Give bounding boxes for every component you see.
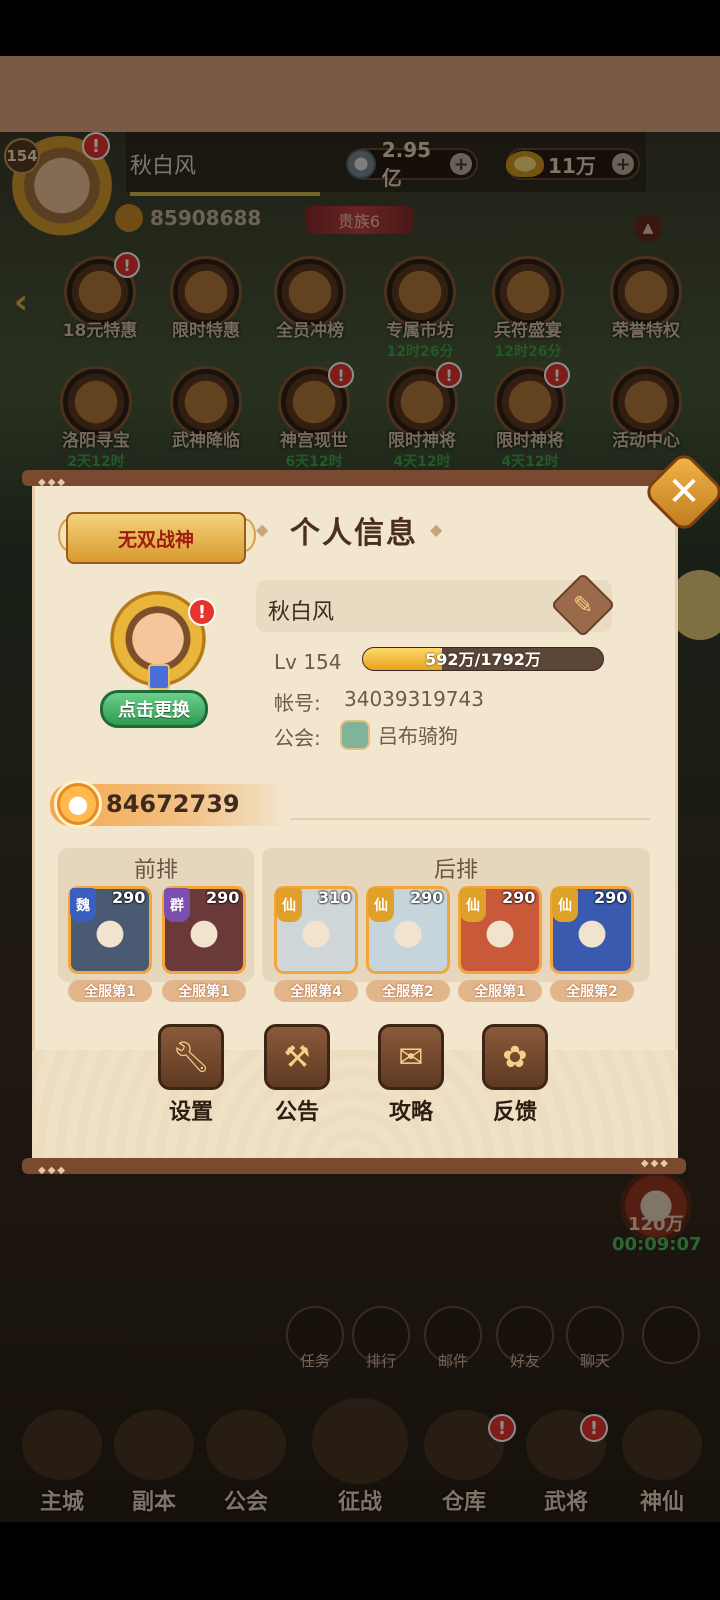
guild-label: 公会: bbox=[274, 726, 321, 750]
hero-server-rank: 全服第1 bbox=[458, 980, 542, 1002]
guild-name[interactable]: 吕布骑狗 bbox=[378, 720, 458, 749]
account-value: 34039319743 bbox=[344, 687, 484, 711]
navigation-bar bbox=[0, 1522, 720, 1600]
xp-progress-text: 592万/1792万 bbox=[425, 650, 541, 669]
hero-level: 290 bbox=[410, 888, 444, 907]
change-avatar-button[interactable]: 点击更换 bbox=[100, 690, 208, 728]
cat-icon: ✿ bbox=[502, 1039, 528, 1075]
guild-icon bbox=[340, 720, 370, 750]
scroll-icon: ✉ bbox=[398, 1039, 424, 1075]
modal-title: 个人信息 bbox=[290, 516, 418, 551]
modal-bottom-border: ◆◆◆ ◆◆◆ bbox=[22, 1158, 686, 1176]
hero-server-rank: 全服第1 bbox=[162, 980, 246, 1002]
hero-faction-badge: 仙 bbox=[552, 888, 578, 922]
divider bbox=[290, 818, 650, 820]
modal-wave-pattern bbox=[32, 1050, 678, 1158]
hero-level: 290 bbox=[594, 888, 628, 907]
title-badge[interactable]: 无双战神 bbox=[66, 512, 246, 564]
game-screen: 154 ! 秋白风 2.95亿 + 11万 + 85908688 贵族6 ▲ ‹… bbox=[0, 0, 720, 1600]
modal-top-border: ◆◆◆ bbox=[22, 470, 686, 488]
notice-button[interactable]: ⚒ bbox=[264, 1024, 330, 1090]
wrench-icon: 🔧︎ bbox=[171, 1039, 211, 1075]
hero-server-rank: 全服第4 bbox=[274, 980, 358, 1002]
hero-faction-badge: 魏 bbox=[70, 888, 96, 922]
feedback-button[interactable]: ✿ bbox=[482, 1024, 548, 1090]
feedback-label[interactable]: 反馈 bbox=[470, 1094, 560, 1126]
title-right-deco: ◆ bbox=[430, 520, 443, 539]
modal-player-name: 秋白风 bbox=[268, 600, 335, 625]
hero-faction-badge: 仙 bbox=[368, 888, 394, 922]
hero-level: 290 bbox=[502, 888, 536, 907]
settings-label[interactable]: 设置 bbox=[146, 1094, 236, 1126]
settings-button[interactable]: 🔧︎ bbox=[158, 1024, 224, 1090]
combat-power: 84672739 bbox=[106, 790, 240, 818]
hero-server-rank: 全服第1 bbox=[68, 980, 152, 1002]
hero-faction-badge: 仙 bbox=[460, 888, 486, 922]
pencil-icon[interactable]: ✎ bbox=[560, 582, 606, 628]
hero-faction-badge: 群 bbox=[164, 888, 190, 922]
hero-level: 290 bbox=[206, 888, 240, 907]
account-label: 帐号: bbox=[274, 691, 321, 715]
avatar-gem-icon bbox=[148, 664, 170, 690]
hero-server-rank: 全服第2 bbox=[550, 980, 634, 1002]
guide-button[interactable]: ✉ bbox=[378, 1024, 444, 1090]
hero-level: 290 bbox=[112, 888, 146, 907]
paw-icon: ● bbox=[54, 780, 102, 828]
close-icon[interactable]: ✕ bbox=[654, 462, 714, 522]
hero-level: 310 bbox=[318, 888, 352, 907]
level-label: Lv 154 bbox=[274, 650, 342, 674]
hammer-icon: ⚒ bbox=[283, 1039, 311, 1075]
guide-label[interactable]: 攻略 bbox=[366, 1094, 456, 1126]
hero-faction-badge: 仙 bbox=[276, 888, 302, 922]
hero-server-rank: 全服第2 bbox=[366, 980, 450, 1002]
notice-label[interactable]: 公告 bbox=[252, 1094, 342, 1126]
title-left-deco: ◆ bbox=[256, 520, 269, 539]
modal-avatar-alert: ! bbox=[188, 598, 216, 626]
status-bar bbox=[0, 0, 720, 56]
back-row-label: 后排 bbox=[433, 858, 478, 883]
front-row-label: 前排 bbox=[133, 858, 178, 883]
